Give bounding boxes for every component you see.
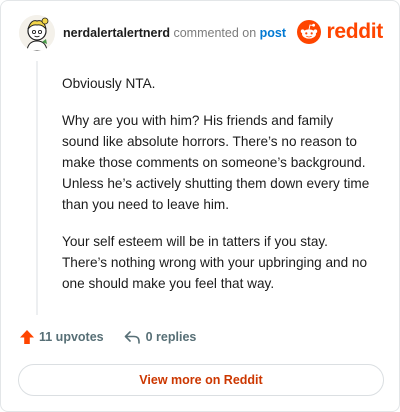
thread-line <box>36 61 38 315</box>
reply-count: 0 replies <box>145 330 197 344</box>
comment-card: nerdalertalertnerd commented on post red… <box>0 0 400 412</box>
upvote-arrow-icon <box>20 330 34 344</box>
replies-button[interactable]: 0 replies <box>124 330 197 344</box>
view-more-button[interactable]: View more on Reddit <box>18 364 384 396</box>
avatar-icon[interactable] <box>19 15 55 51</box>
comment-header: nerdalertalertnerd commented on post red… <box>19 13 383 53</box>
comment-paragraph: Why are you with him? His friends and fa… <box>62 113 370 212</box>
username-link[interactable]: nerdalertalertnerd <box>63 26 170 40</box>
comment-paragraph: Obviously NTA. <box>62 76 156 91</box>
reddit-logo-icon <box>297 20 322 44</box>
action-text: commented on <box>173 26 257 40</box>
upvote-button[interactable]: 11 upvotes <box>19 329 104 345</box>
view-more-label: View more on Reddit <box>139 373 263 387</box>
upvote-count: 11 upvotes <box>39 330 104 344</box>
comment-footer: 11 upvotes 0 replies <box>19 329 196 345</box>
comment-meta: nerdalertalertnerd commented on post <box>63 26 286 40</box>
reply-arrow-icon <box>124 331 140 344</box>
post-link[interactable]: post <box>260 26 286 40</box>
comment-body: Obviously NTA. Why are you with him? His… <box>62 73 372 310</box>
comment-paragraph: Your self esteem will be in tatters if y… <box>62 234 368 291</box>
reddit-wordmark: reddit <box>326 20 383 43</box>
reddit-logo[interactable]: reddit <box>297 20 383 44</box>
